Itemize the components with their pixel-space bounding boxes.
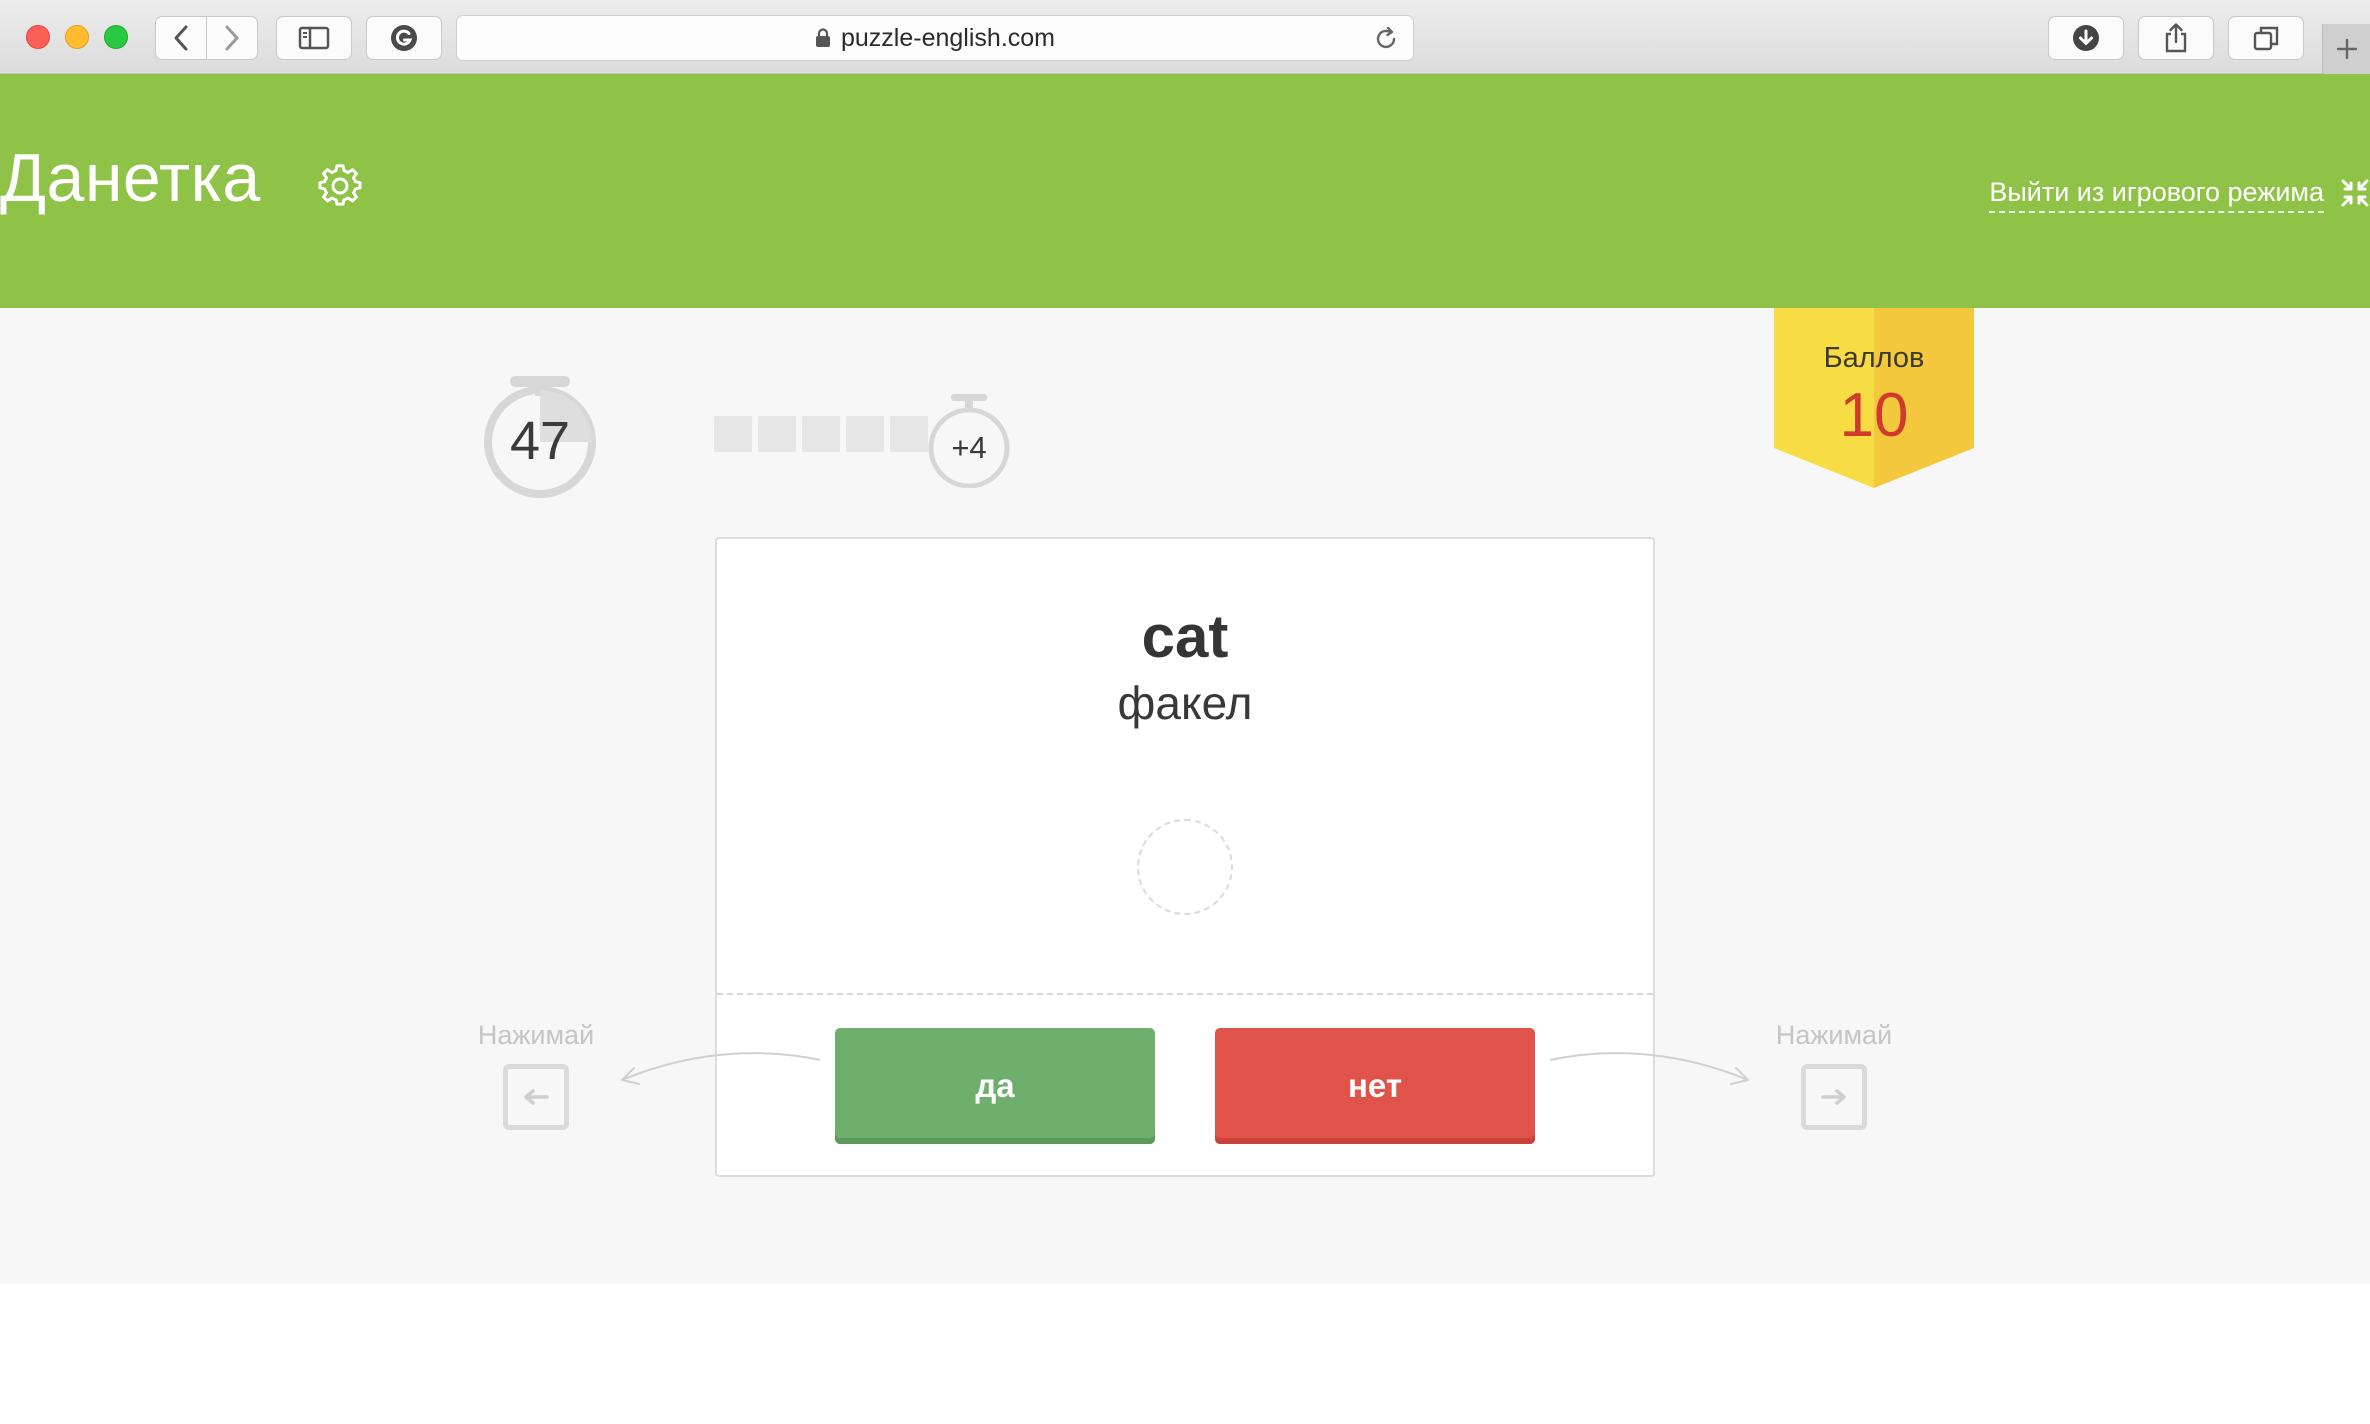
window-minimize-button[interactable] — [65, 25, 89, 49]
streak-progress — [714, 416, 928, 452]
left-key-hint: Нажимай — [456, 1018, 616, 1130]
curved-arrow-right — [1549, 1052, 1749, 1085]
question-card: cat факел да нет — [715, 537, 1655, 1177]
tabs-icon — [2253, 26, 2279, 51]
arrow-left-icon — [524, 1089, 549, 1105]
share-button[interactable] — [2138, 16, 2214, 60]
gear-icon[interactable] — [318, 164, 362, 208]
tab-overview-button[interactable] — [2228, 16, 2304, 60]
chevron-left-icon — [174, 25, 188, 51]
lock-icon — [816, 28, 830, 47]
score-label: Баллов — [1823, 342, 1925, 374]
reload-icon[interactable] — [1373, 26, 1399, 52]
grammarly-icon — [391, 25, 417, 51]
game-header: Данетка Выйти из игрового режима — [0, 74, 2370, 308]
page-title: Данетка — [0, 140, 261, 216]
forward-button[interactable] — [206, 16, 258, 60]
time-bonus: +4 — [926, 392, 1012, 488]
score-badge: Баллов 10 — [1774, 308, 1974, 488]
window-close-button[interactable] — [26, 25, 50, 49]
hint-label: Нажимай — [477, 1020, 595, 1050]
streak-cell — [890, 416, 928, 452]
window-zoom-button[interactable] — [104, 25, 128, 49]
yes-button[interactable]: да — [835, 1028, 1155, 1144]
download-icon — [2073, 25, 2099, 51]
right-key-hint: Нажимай — [1754, 1018, 1914, 1130]
time-bonus-value: +4 — [951, 430, 987, 465]
sidebar-icon — [298, 26, 330, 50]
url-text: puzzle-english.com — [841, 23, 1055, 52]
exit-game-mode-link[interactable]: Выйти из игрового режима — [1989, 174, 2324, 213]
timer-value: 47 — [509, 411, 571, 471]
curved-arrow-left — [621, 1052, 821, 1085]
left-arrow-key — [503, 1064, 569, 1130]
game-area: 47 +4 Баллов 10 cat факел да нет Нажимай… — [0, 308, 2370, 1284]
card-divider — [717, 993, 1653, 995]
streak-cell — [758, 416, 796, 452]
result-indicator-placeholder — [1137, 819, 1233, 915]
sidebar-toggle-button[interactable] — [276, 16, 352, 60]
plus-icon — [2336, 38, 2357, 60]
hint-label: Нажимай — [1775, 1020, 1893, 1050]
english-word: cat — [1141, 603, 1229, 670]
streak-cell — [714, 416, 752, 452]
chevron-right-icon — [225, 25, 239, 51]
address-bar[interactable]: puzzle-english.com — [456, 15, 1414, 61]
browser-toolbar: puzzle-english.com — [0, 0, 2370, 74]
score-value: 10 — [1839, 381, 1909, 450]
share-icon — [2165, 23, 2187, 53]
streak-cell — [846, 416, 884, 452]
new-tab-button[interactable] — [2322, 24, 2370, 74]
translation-word: факел — [1117, 677, 1253, 729]
downloads-button[interactable] — [2048, 16, 2124, 60]
streak-cell — [802, 416, 840, 452]
exit-fullscreen-icon[interactable] — [2340, 178, 2370, 208]
right-arrow-key — [1801, 1064, 1867, 1130]
arrow-right-icon — [1821, 1089, 1846, 1105]
grammarly-extension-button[interactable] — [366, 16, 442, 60]
no-button[interactable]: нет — [1215, 1028, 1535, 1144]
countdown-timer: 47 — [480, 366, 600, 502]
back-button[interactable] — [155, 16, 207, 60]
